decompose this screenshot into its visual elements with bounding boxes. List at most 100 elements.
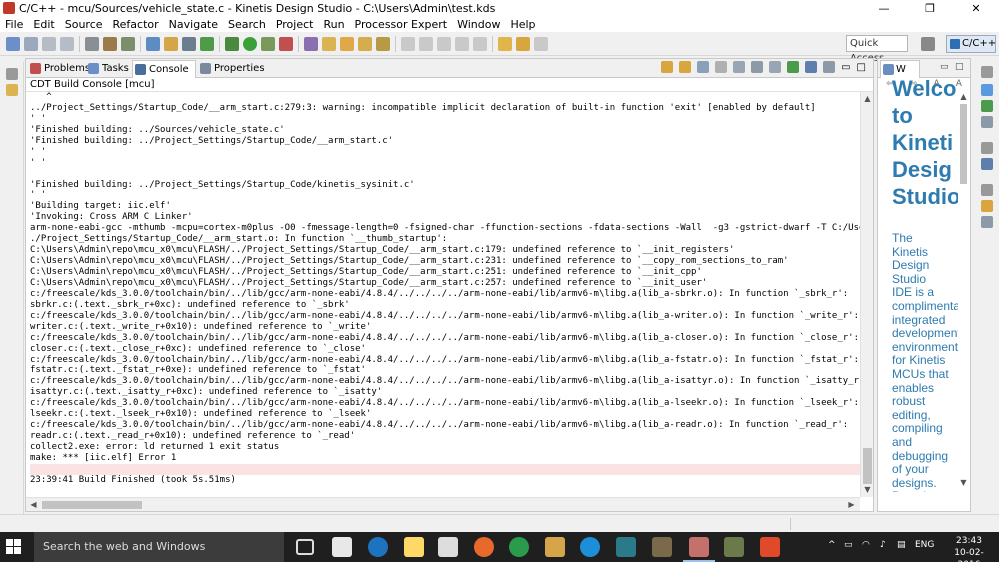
restore-icon[interactable] — [6, 68, 18, 80]
maximize-button[interactable]: ❐ — [907, 0, 953, 16]
scroll-up-icon[interactable] — [679, 61, 692, 73]
taskbar-search-input[interactable]: Search the web and Windows — [34, 532, 284, 562]
close-button[interactable]: ✕ — [953, 0, 999, 16]
edge-browser-icon[interactable] — [368, 537, 388, 557]
console-horizontal-scrollbar[interactable]: ◀ ▶ — [26, 497, 860, 511]
quick-access-input[interactable]: Quick Access — [846, 35, 908, 64]
menu-processor-expert[interactable]: Processor Expert — [350, 18, 453, 31]
run-icon[interactable] — [243, 36, 257, 51]
store-icon[interactable] — [438, 537, 458, 557]
marker-icon[interactable] — [376, 36, 390, 51]
include-browser-icon[interactable] — [981, 100, 993, 112]
folder-icon[interactable] — [358, 36, 372, 51]
maximize-view-icon[interactable]: □ — [857, 62, 866, 73]
scroll-down-arrow-icon[interactable]: ▼ — [958, 478, 969, 489]
welcome-scrollbar[interactable]: ▲ ▼ — [958, 92, 969, 511]
restore-icon[interactable] — [981, 184, 993, 196]
scroll-up-arrow-icon[interactable]: ▲ — [958, 92, 969, 103]
tools-icon[interactable] — [545, 537, 565, 557]
menu-run[interactable]: Run — [318, 18, 349, 31]
open-perspective-icon[interactable] — [921, 37, 935, 51]
menu-search[interactable]: Search — [223, 18, 271, 31]
menu-help[interactable]: Help — [505, 18, 540, 31]
tab-tasks[interactable]: Tasks — [86, 60, 130, 78]
open-element-icon[interactable] — [340, 36, 354, 51]
new-project-icon[interactable] — [146, 36, 160, 51]
print-icon[interactable] — [60, 36, 74, 51]
annotation-icon[interactable] — [401, 36, 415, 51]
clear-console-icon[interactable] — [733, 61, 746, 73]
battery-icon[interactable]: ▭ — [844, 540, 853, 550]
language-indicator[interactable]: ENG — [915, 540, 934, 550]
scroll-lock-icon[interactable] — [697, 61, 710, 73]
display-console-icon[interactable] — [805, 61, 818, 73]
debug-icon[interactable] — [225, 36, 239, 51]
scroll-left-arrow-icon[interactable]: ◀ — [28, 499, 39, 510]
menu-navigate[interactable]: Navigate — [164, 18, 223, 31]
tab-welcome[interactable]: W — [880, 60, 920, 78]
tab-console[interactable]: Console — [132, 60, 196, 78]
inspector-icon[interactable] — [981, 200, 993, 212]
components-icon[interactable] — [981, 158, 993, 170]
scroll-right-arrow-icon[interactable]: ▶ — [846, 499, 857, 510]
outline-icon[interactable] — [981, 84, 993, 96]
select-all-icon[interactable] — [769, 61, 782, 73]
minimize-view-icon[interactable]: ▭ — [841, 62, 850, 73]
perspective-c-cpp-button[interactable]: C/C++ — [946, 35, 996, 53]
windows-start-icon[interactable] — [6, 539, 22, 555]
tab-properties[interactable]: Properties — [198, 60, 265, 78]
build-hammer-icon[interactable] — [103, 36, 117, 51]
settings-icon[interactable] — [85, 36, 99, 51]
menu-project[interactable]: Project — [271, 18, 319, 31]
scroll-thumb[interactable] — [960, 104, 967, 184]
save-icon[interactable] — [24, 36, 38, 51]
notifications-icon[interactable]: ▤ — [897, 540, 906, 550]
new-icon[interactable] — [6, 36, 20, 51]
chrome-icon[interactable] — [509, 537, 529, 557]
prev-annotation-icon[interactable] — [437, 36, 451, 51]
network-icon[interactable]: ◠ — [862, 540, 870, 550]
restore-icon[interactable] — [981, 66, 993, 78]
calculator-icon[interactable] — [332, 537, 352, 557]
next-annotation-icon[interactable] — [419, 36, 433, 51]
menu-source[interactable]: Source — [60, 18, 108, 31]
forward-icon[interactable] — [534, 36, 548, 51]
toggle-mark-icon[interactable] — [455, 36, 469, 51]
search-tool-icon[interactable] — [304, 36, 318, 51]
open-folder-icon[interactable] — [164, 36, 178, 51]
kinetis-design-studio-taskbar-icon[interactable] — [683, 537, 715, 562]
file-explorer-icon[interactable] — [404, 537, 424, 557]
make-target-icon[interactable] — [981, 116, 993, 128]
scroll-up-arrow-icon[interactable]: ▲ — [862, 93, 873, 104]
run-config-icon[interactable] — [261, 36, 275, 51]
console-vertical-scrollbar[interactable]: ▲ ▼ — [860, 92, 873, 497]
tab-problems[interactable]: Problems — [28, 60, 90, 78]
save-all-icon[interactable] — [42, 36, 56, 51]
open-type-icon[interactable] — [322, 36, 336, 51]
last-edit-icon[interactable] — [498, 36, 512, 51]
project-explorer-icon[interactable] — [6, 84, 18, 96]
volume-icon[interactable]: ♪ — [880, 540, 886, 550]
block-selection-icon[interactable] — [473, 36, 487, 51]
word-wrap-icon[interactable] — [715, 61, 728, 73]
show-hidden-icons-icon[interactable]: ^ — [828, 540, 836, 550]
build-all-icon[interactable] — [121, 36, 135, 51]
external-tools-icon[interactable] — [279, 36, 293, 51]
pdf-reader-icon[interactable] — [760, 537, 780, 557]
app-icon[interactable] — [616, 537, 636, 557]
open-console-icon[interactable] — [823, 61, 836, 73]
memory-icon[interactable] — [981, 216, 993, 228]
copy-icon[interactable] — [751, 61, 764, 73]
maximize-view-icon[interactable]: □ — [955, 62, 964, 72]
console-output[interactable]: ^ ../Project_Settings/Startup_Code/__arm_… — [26, 92, 860, 497]
firefox-icon[interactable] — [474, 537, 494, 557]
task-view-icon[interactable] — [296, 539, 314, 555]
taskbar-clock[interactable]: 23:43 10-02-2016 — [944, 535, 994, 562]
menu-refactor[interactable]: Refactor — [108, 18, 164, 31]
minimize-view-icon[interactable]: ▭ — [940, 62, 949, 72]
back-icon[interactable] — [516, 36, 530, 51]
new-class-icon[interactable] — [182, 36, 196, 51]
internet-explorer-icon[interactable] — [580, 537, 600, 557]
scroll-down-arrow-icon[interactable]: ▼ — [862, 484, 873, 495]
menu-file[interactable]: File — [0, 18, 28, 31]
